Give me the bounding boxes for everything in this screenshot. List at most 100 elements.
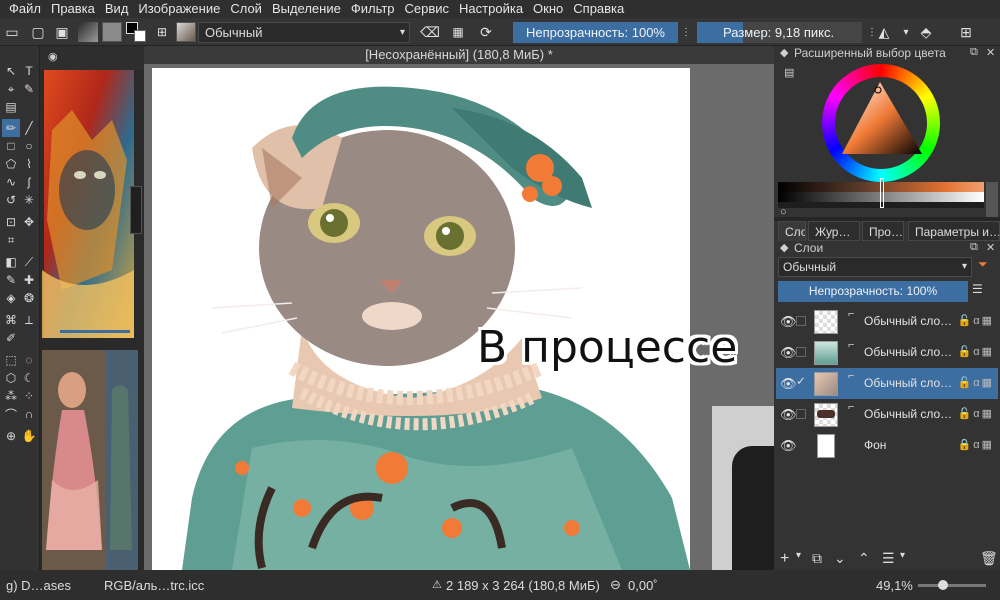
pan-tool-icon[interactable]: ✋ bbox=[20, 427, 38, 445]
reference-opacity-bar[interactable] bbox=[60, 330, 130, 333]
similar-select-icon[interactable]: ⁘ bbox=[20, 387, 38, 405]
foreground-background-color-swatch[interactable] bbox=[126, 22, 148, 42]
duplicate-layer-icon[interactable]: ⧉ bbox=[812, 550, 822, 567]
layer-row[interactable]: 👁 ⌐ Обычный сло… 🔓α▦ bbox=[776, 306, 998, 337]
eye-icon[interactable]: 👁 bbox=[780, 376, 797, 392]
rect-select-icon[interactable]: ⬚ bbox=[2, 351, 20, 369]
menu-help[interactable]: Справка bbox=[568, 0, 629, 18]
bezier-tool-icon[interactable]: ∿ bbox=[2, 173, 20, 191]
float-docker-icon[interactable]: ⧉ bbox=[970, 46, 978, 59]
menu-edit[interactable]: Правка bbox=[46, 0, 100, 18]
opacity-menu-icon[interactable]: ⋮ bbox=[680, 22, 692, 42]
fill-tool-icon[interactable]: ◈ bbox=[2, 289, 20, 307]
menu-select[interactable]: Выделение bbox=[267, 0, 346, 18]
menu-image[interactable]: Изображение bbox=[133, 0, 225, 18]
layer-opacity-slider[interactable]: Непрозрачность: 100% bbox=[778, 281, 968, 302]
smart-patch-icon[interactable]: ✚ bbox=[20, 271, 38, 289]
close-docker-icon[interactable]: ✕ bbox=[986, 46, 995, 59]
add-layer-menu-icon[interactable]: ▾ bbox=[796, 550, 801, 561]
brush-preset-icon[interactable] bbox=[176, 22, 196, 42]
zoom-tool-icon[interactable]: ⊕ bbox=[2, 427, 20, 445]
gradient-edit-icon[interactable]: ▤ bbox=[2, 98, 20, 116]
text-tool-icon[interactable]: T bbox=[20, 62, 38, 80]
transform-tool-icon[interactable]: ⌗ bbox=[2, 231, 20, 249]
crop-tool-icon[interactable]: ⊡ bbox=[2, 213, 20, 231]
colorize-mask-icon[interactable]: ✎ bbox=[2, 271, 20, 289]
enclose-fill-icon[interactable]: ❂ bbox=[20, 289, 38, 307]
lock-alpha-inherit-icons[interactable]: 🔓α▦ bbox=[958, 345, 994, 358]
menu-tools[interactable]: Сервис bbox=[400, 0, 455, 18]
zoom-slider[interactable] bbox=[918, 580, 986, 590]
gradient-preset-swatch[interactable] bbox=[78, 22, 98, 42]
new-document-icon[interactable]: ▭ bbox=[2, 22, 22, 42]
docker-menu-icon[interactable]: ◆ bbox=[780, 46, 788, 59]
layer-properties-icon[interactable]: ☰ bbox=[882, 550, 895, 567]
move-layer-up-icon[interactable]: ⌃ bbox=[858, 550, 870, 567]
tab-history[interactable]: Жур… bbox=[808, 221, 860, 241]
menu-filter[interactable]: Фильтр bbox=[346, 0, 400, 18]
color-cursor[interactable] bbox=[880, 178, 884, 208]
tab-tool-options[interactable]: Параметры и… bbox=[908, 221, 1000, 241]
line-tool-icon[interactable]: ╱ bbox=[20, 119, 38, 137]
layer-checkbox[interactable] bbox=[796, 409, 806, 419]
lock-alpha-inherit-icons[interactable]: 🔒α▦ bbox=[958, 438, 994, 451]
layer-checkbox[interactable] bbox=[796, 347, 806, 357]
reference-images-icon[interactable]: ✐ bbox=[2, 329, 20, 347]
float-docker-icon[interactable]: ⧉ bbox=[970, 241, 978, 254]
saturation-value-triangle[interactable] bbox=[840, 80, 924, 158]
reset-colors-icon[interactable]: ⊞ bbox=[152, 22, 172, 42]
bezier-select-icon[interactable]: ⌒ bbox=[2, 405, 20, 423]
lock-alpha-inherit-icons[interactable]: 🔓α▦ bbox=[958, 376, 994, 389]
canvas-paper[interactable] bbox=[152, 68, 690, 570]
ellipse-tool-icon[interactable]: ○ bbox=[20, 137, 38, 155]
checkmark-icon[interactable]: ✓ bbox=[796, 374, 806, 388]
color-picker-icon[interactable]: ⟋ bbox=[20, 253, 38, 271]
layer-row[interactable]: 👁 Фон 🔒α▦ bbox=[776, 430, 998, 461]
tab-brushes[interactable]: Про… bbox=[862, 221, 904, 241]
polygon-tool-icon[interactable]: ⬠ bbox=[2, 155, 20, 173]
assistant-tool-icon[interactable]: ⌘ bbox=[2, 311, 20, 329]
close-docker-icon[interactable]: ✕ bbox=[986, 241, 995, 254]
open-folder-icon[interactable]: ▢ bbox=[28, 22, 48, 42]
eraser-icon[interactable]: ⌫ bbox=[420, 22, 440, 42]
eye-icon[interactable]: 👁 bbox=[780, 407, 797, 423]
layer-opacity-menu-icon[interactable]: ☰ bbox=[972, 282, 983, 296]
lock-alpha-inherit-icons[interactable]: 🔓α▦ bbox=[958, 407, 994, 420]
pattern-preset-swatch[interactable] bbox=[102, 22, 122, 42]
calligraphy-icon[interactable]: ✎ bbox=[20, 80, 38, 98]
reference-image-dress[interactable] bbox=[42, 350, 138, 570]
polyline-tool-icon[interactable]: ⌇ bbox=[20, 155, 38, 173]
menu-view[interactable]: Вид bbox=[100, 0, 134, 18]
measure-tool-icon[interactable]: ⟂ bbox=[20, 311, 38, 329]
delete-layer-icon[interactable]: 🗑 bbox=[980, 550, 998, 567]
lock-alpha-inherit-icons[interactable]: 🔓α▦ bbox=[958, 314, 994, 327]
zoom-slider-handle[interactable] bbox=[938, 580, 948, 590]
mirror-menu-icon[interactable]: ▾ bbox=[900, 22, 912, 42]
gradient-tool-icon[interactable]: ◧ bbox=[2, 253, 20, 271]
polygon-select-icon[interactable]: ⬡ bbox=[2, 369, 20, 387]
wrap-around-icon[interactable]: ⊞ bbox=[956, 22, 976, 42]
freehand-brush-icon[interactable]: ✏ bbox=[2, 119, 20, 137]
freehand-select-icon[interactable]: ☾ bbox=[20, 369, 38, 387]
layer-blend-select[interactable]: Обычный ▾ bbox=[778, 257, 972, 277]
save-icon[interactable]: ▣ bbox=[52, 22, 72, 42]
select-shapes-icon[interactable]: ↖ bbox=[2, 62, 20, 80]
reference-zoom-control[interactable] bbox=[130, 186, 142, 234]
mirror-horizontal-icon[interactable]: ◭ bbox=[874, 22, 894, 42]
color-scrollbar[interactable] bbox=[986, 182, 998, 218]
multibrush-icon[interactable]: ✳ bbox=[20, 191, 38, 209]
tab-layers[interactable]: Сло… bbox=[778, 221, 806, 241]
move-tool-icon[interactable]: ✥ bbox=[20, 213, 38, 231]
document-tab[interactable]: [Несохранённый] (180,8 МиБ) * bbox=[144, 46, 774, 64]
dynamic-brush-icon[interactable]: ↺ bbox=[2, 191, 20, 209]
menu-file[interactable]: Файл bbox=[4, 0, 46, 18]
canvas-area[interactable]: В процессе bbox=[144, 64, 774, 570]
add-layer-icon[interactable]: + bbox=[780, 550, 789, 568]
layer-row[interactable]: 👁 ⌐ Обычный сло… 🔓α▦ bbox=[776, 399, 998, 430]
magnetic-select-icon[interactable]: ∩ bbox=[20, 405, 38, 423]
rotation-icon[interactable]: ⊖ bbox=[610, 577, 621, 593]
layer-row-selected[interactable]: 👁 ✓ ⌐ Обычный сло… 🔓α▦ bbox=[776, 368, 998, 399]
freehand-path-icon[interactable]: ʃ bbox=[20, 173, 38, 191]
menu-layer[interactable]: Слой bbox=[225, 0, 267, 18]
eye-icon[interactable]: 👁 bbox=[780, 314, 797, 330]
